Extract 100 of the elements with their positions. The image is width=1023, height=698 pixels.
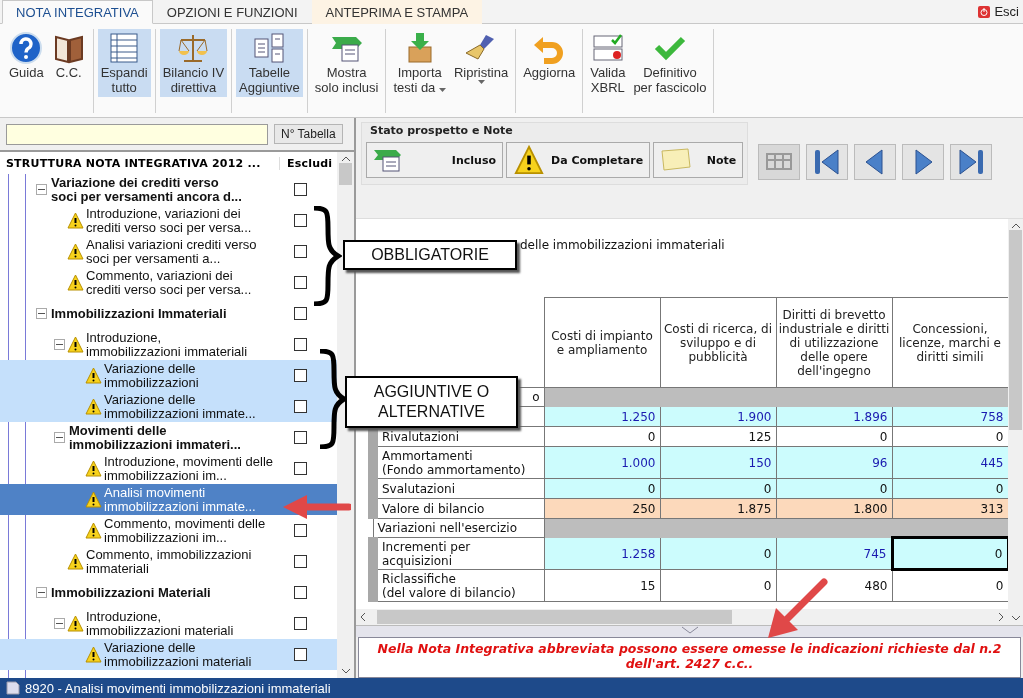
scroll-left-icon — [360, 613, 365, 621]
status-button[interactable]: Incluso — [366, 142, 503, 178]
ribbon-button[interactable]: Tabelle Aggiuntive — [236, 29, 303, 97]
value-cell[interactable]: 745 — [776, 537, 892, 570]
exclude-checkbox[interactable] — [293, 524, 307, 537]
tree-item[interactable]: Analisi movimenti immobilizzazioni immate... — [0, 484, 337, 515]
ribbon-button[interactable]: Guida — [6, 29, 47, 97]
exclude-checkbox[interactable] — [293, 617, 307, 630]
exclude-checkbox[interactable] — [293, 586, 307, 599]
arrow-drawing — [281, 493, 351, 521]
previous-button[interactable] — [854, 144, 897, 180]
status-button[interactable]: Da Completare — [506, 142, 651, 178]
exclude-checkbox[interactable] — [293, 369, 307, 382]
ribbon-button[interactable]: Importa testi da — [390, 29, 449, 97]
exclude-checkbox[interactable] — [293, 245, 307, 258]
scroll-right-icon — [999, 613, 1004, 621]
status-button[interactable]: Note — [653, 142, 744, 178]
collapse-icon[interactable] — [54, 339, 65, 350]
value-cell[interactable]: 1.000 — [544, 446, 660, 479]
tree-item[interactable]: Introduzione, movimenti delle immobilizzazioni im... — [0, 453, 337, 484]
tables-icon — [252, 31, 287, 65]
collapse-icon[interactable] — [54, 432, 65, 443]
tree-item[interactable]: Immobilizzazioni Materiali — [0, 577, 337, 608]
notice-text: Nella Nota Integrativa abbreviata possono essere omesse le indicazioni richieste dal n.2 dell'art. 2427 c.c.. — [358, 637, 1021, 678]
exclude-checkbox[interactable] — [293, 648, 307, 661]
ribbon-button[interactable]: Definitivo per fascicolo — [630, 29, 710, 97]
ribbon-button[interactable]: C.C. — [48, 29, 89, 97]
last-button[interactable] — [950, 144, 993, 180]
document-icon — [5, 681, 21, 695]
exclude-checkbox[interactable] — [293, 400, 307, 413]
tree-item[interactable]: Introduzione, immobilizzazioni materiali — [0, 608, 337, 639]
scrollbar-thumb[interactable] — [339, 163, 352, 185]
collapse-icon[interactable] — [36, 184, 47, 195]
exclude-checkbox[interactable] — [293, 307, 307, 320]
warning-icon — [85, 460, 102, 477]
scrollbar-thumb[interactable] — [1009, 230, 1022, 430]
tree-item[interactable]: Variazione delle immobilizzazioni — [0, 360, 337, 391]
exclude-checkbox[interactable] — [293, 183, 307, 196]
exclude-checkbox[interactable] — [293, 276, 307, 289]
warning-icon — [85, 491, 102, 508]
value-cell[interactable]: 0 — [892, 537, 1008, 570]
warning-icon — [67, 212, 84, 229]
tree-item[interactable]: Variazione delle immobilizzazioni immate... — [0, 391, 337, 422]
tree-item[interactable]: Variazione delle immobilizzazioni materiali — [0, 639, 337, 670]
value-cell[interactable]: 1.258 — [544, 537, 660, 570]
next-button[interactable] — [902, 144, 945, 180]
scrollbar-thumb[interactable] — [377, 610, 732, 624]
ribbon-button[interactable]: Bilancio IV direttiva — [159, 29, 228, 97]
tree-item[interactable]: Commento, movimenti delle immobilizzazioni im... — [0, 515, 337, 546]
status-panel-title: Stato prospetto e Note — [369, 123, 514, 139]
column-header: Concessioni, licenze, marchi e diritti simili — [892, 297, 1008, 388]
value-cell[interactable]: 445 — [892, 446, 1008, 479]
scroll-down-icon — [1011, 616, 1020, 621]
warning-icon — [67, 336, 84, 353]
tree-item[interactable]: Movimenti delle immobilizzazioni immateri... — [0, 422, 337, 453]
exclude-checkbox[interactable] — [293, 462, 307, 475]
collapse-icon[interactable] — [36, 308, 47, 319]
collapse-icon[interactable] — [54, 618, 65, 629]
ribbon-button[interactable]: Espandi tutto — [97, 29, 151, 97]
tree-item[interactable]: Commento, immobilizzazioni immateriali — [0, 546, 337, 577]
ribbon-tab[interactable]: NOTA INTEGRATIVA — [2, 0, 153, 24]
tree-item[interactable]: Immobilizzazioni Immateriali — [0, 298, 337, 329]
ribbon-tab[interactable]: ANTEPRIMA E STAMPA — [311, 0, 483, 24]
first-button[interactable] — [806, 144, 849, 180]
column-header: Costi di impianto e ampliamento — [544, 297, 660, 388]
horizontal-scrollbar[interactable] — [356, 609, 1008, 625]
tree-item-label: Analisi variazioni crediti verso soci per versamenti a... — [85, 237, 258, 266]
table-number-button[interactable]: N° Tabella — [274, 124, 343, 144]
search-field[interactable] — [6, 123, 268, 145]
power-icon — [978, 5, 991, 18]
vertical-scrollbar[interactable] — [1008, 219, 1023, 625]
value-cell[interactable]: 0 — [660, 569, 776, 602]
ribbon-button[interactable]: Ripristina — [450, 29, 512, 97]
exclude-checkbox[interactable] — [293, 214, 307, 227]
ribbon-button[interactable]: Valida XBRL — [587, 29, 629, 97]
tree-item[interactable]: Introduzione, immobilizzazioni immateriali — [0, 329, 337, 360]
tree-item-label: Variazione delle immobilizzazioni immate... — [103, 392, 257, 421]
collapse-icon[interactable] — [36, 587, 47, 598]
tree-item-label: Commento, immobilizzazioni immateriali — [85, 547, 253, 576]
tree-item-label: Immobilizzazioni Materiali — [50, 585, 212, 600]
tree-item-label: Introduzione, immobilizzazioni immateriali — [85, 330, 249, 359]
tree-item[interactable]: Introduzione, variazioni dei crediti verso soci per versa... — [0, 205, 337, 236]
tree-item-label: Introduzione, movimenti delle immobilizzazioni im... — [103, 454, 275, 483]
value-cell[interactable]: 0 — [892, 569, 1008, 602]
value-cell[interactable]: 96 — [776, 446, 892, 479]
warning-icon — [67, 553, 84, 570]
value-cell[interactable]: 15 — [544, 569, 660, 602]
exclude-checkbox[interactable] — [293, 555, 307, 568]
tree-item[interactable]: Variazione dei crediti verso soci per versamenti ancora d... — [0, 174, 337, 205]
value-cell[interactable]: 0 — [660, 537, 776, 570]
value-cell[interactable]: 150 — [660, 446, 776, 479]
ribbon-tab[interactable]: OPZIONI E FUNZIONI — [152, 0, 312, 24]
exclude-checkbox[interactable] — [293, 338, 307, 351]
tree-item[interactable]: Commento, variazioni dei crediti verso soci per versa... — [0, 267, 337, 298]
tree-item[interactable]: Analisi variazioni crediti verso soci per versamenti a... — [0, 236, 337, 267]
ribbon-button[interactable]: Aggiorna — [520, 29, 579, 97]
exit-button[interactable]: Esci — [978, 4, 1023, 19]
warning-icon — [67, 243, 84, 260]
exclude-checkbox[interactable] — [293, 431, 307, 444]
ribbon-button[interactable]: Mostra solo inclusi — [311, 29, 382, 97]
